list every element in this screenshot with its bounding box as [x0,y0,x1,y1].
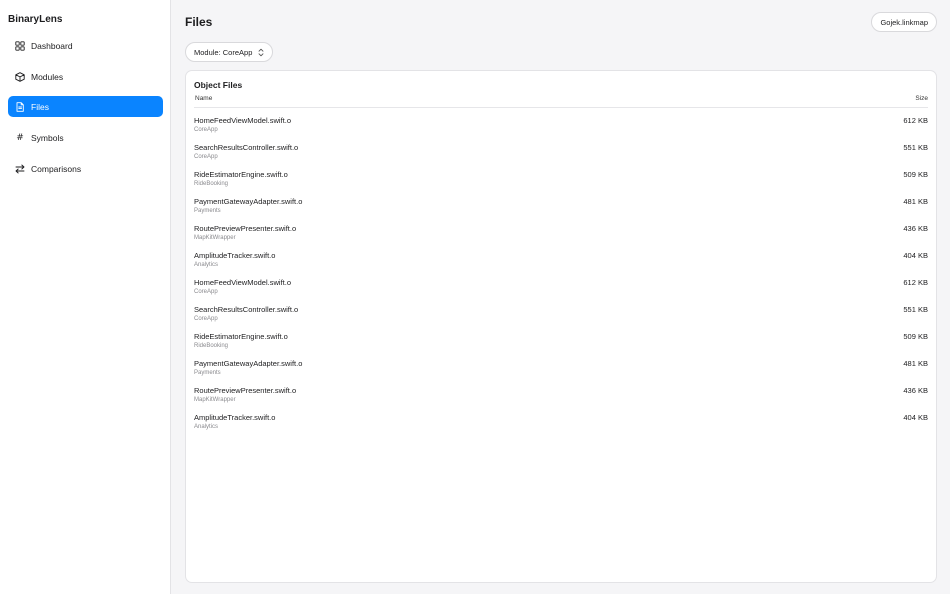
file-module: RideBooking [194,181,229,187]
file-module: RideBooking [194,343,229,349]
table-row[interactable]: RideEstimatorEngine.swift.o RideBooking … [194,332,928,359]
sidebar-item-label: Modules [31,71,64,82]
table-row[interactable]: AmplitudeTracker.swift.o Analytics 404 K… [194,251,928,278]
table-header: Name Size [194,95,928,108]
file-name: AmplitudeTracker.swift.o [194,413,276,422]
file-module: MapKitWrapper [194,397,236,403]
table-row[interactable]: HomeFeedViewModel.swift.o CoreApp 612 KB [194,116,928,143]
sidebar-item-files[interactable]: Files [8,96,163,117]
file-name: SearchResultsController.swift.o [194,143,299,152]
table-row[interactable]: RoutePreviewPresenter.swift.o MapKitWrap… [194,386,928,413]
file-name: HomeFeedViewModel.swift.o [194,278,291,287]
file-name: RideEstimatorEngine.swift.o [194,332,288,341]
app-title: BinaryLens [8,14,63,25]
file-size: 551 KB [903,305,928,314]
sidebar: BinaryLens Dashboard Modules Files # Sym… [0,0,171,594]
file-module: MapKitWrapper [194,235,236,241]
sidebar-item-label: Files [31,101,49,112]
file-name: SearchResultsController.swift.o [194,305,299,314]
file-name: PaymentGatewayAdapter.swift.o [194,359,303,368]
table-row[interactable]: SearchResultsController.swift.o CoreApp … [194,305,928,332]
table-row[interactable]: SearchResultsController.swift.o CoreApp … [194,143,928,170]
file-size: 481 KB [903,197,928,206]
table-row[interactable]: RoutePreviewPresenter.swift.o MapKitWrap… [194,224,928,251]
module-select-label: Module: CoreApp [194,47,253,57]
file-size: 436 KB [903,224,928,233]
file-size: 436 KB [903,386,928,395]
file-size: 509 KB [903,332,928,341]
file-name: AmplitudeTracker.swift.o [194,251,276,260]
file-module: Payments [194,370,221,376]
sidebar-item-label: Symbols [31,132,64,143]
file-name: PaymentGatewayAdapter.swift.o [194,197,303,206]
file-name: HomeFeedViewModel.swift.o [194,116,291,125]
table-row[interactable]: HomeFeedViewModel.swift.o CoreApp 612 KB [194,278,928,305]
file-name: RideEstimatorEngine.swift.o [194,170,288,179]
file-size: 404 KB [903,413,928,422]
main-content: Files Gojek.linkmap Module: CoreApp Obje… [172,0,950,594]
file-size: 481 KB [903,359,928,368]
sidebar-item-comparisons[interactable]: Comparisons [8,158,163,179]
file-module: Analytics [194,424,219,430]
file-name: RoutePreviewPresenter.swift.o [194,224,297,233]
table-row[interactable]: RideEstimatorEngine.swift.o RideBooking … [194,170,928,197]
table-row[interactable]: AmplitudeTracker.swift.o Analytics 404 K… [194,413,928,440]
sidebar-item-dashboard[interactable]: Dashboard [8,35,163,56]
file-list: HomeFeedViewModel.swift.o CoreApp 612 KB… [194,116,928,440]
column-header-name[interactable]: Name [195,95,212,102]
object-files-panel: Object Files Name Size HomeFeedViewModel… [185,70,937,583]
sidebar-item-modules[interactable]: Modules [8,66,163,87]
grid-icon [15,40,25,51]
chevron-up-down-icon [258,48,264,57]
table-row[interactable]: PaymentGatewayAdapter.swift.o Payments 4… [194,197,928,224]
swap-arrows-icon [15,164,25,174]
file-module: CoreApp [194,289,218,295]
file-module: CoreApp [194,127,218,133]
cube-icon [15,71,25,82]
file-module: CoreApp [194,316,218,322]
file-size: 612 KB [903,278,928,287]
table-row[interactable]: PaymentGatewayAdapter.swift.o Payments 4… [194,359,928,386]
sidebar-item-label: Dashboard [31,40,73,51]
file-size: 404 KB [903,251,928,260]
document-icon [15,101,25,112]
file-module: Payments [194,208,221,214]
file-size: 612 KB [903,116,928,125]
module-select[interactable]: Module: CoreApp [185,42,274,62]
file-size: 551 KB [903,143,928,152]
hash-icon: # [16,132,24,143]
page-title: Files [185,15,213,29]
sidebar-item-label: Comparisons [31,163,82,174]
file-size: 509 KB [903,170,928,179]
column-header-size[interactable]: Size [915,95,928,102]
file-module: CoreApp [194,154,218,160]
file-module: Analytics [194,262,219,268]
project-button[interactable]: Gojek.linkmap [871,12,937,32]
panel-title: Object Files [194,80,243,90]
file-name: RoutePreviewPresenter.swift.o [194,386,297,395]
sidebar-item-symbols[interactable]: # Symbols [8,127,163,148]
